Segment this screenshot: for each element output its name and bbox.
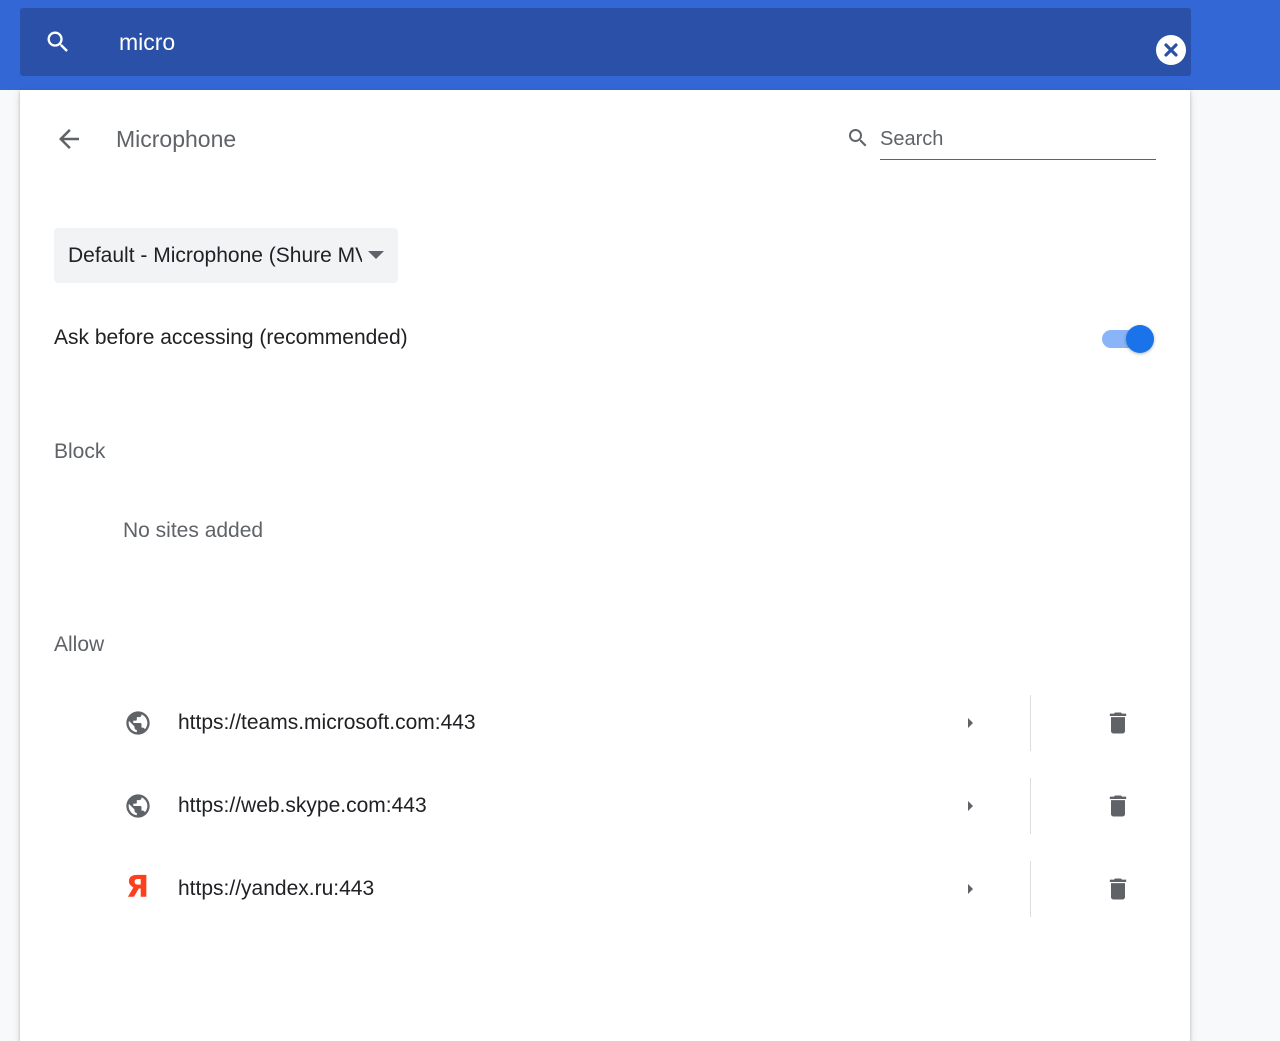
yandex-icon: Я — [126, 870, 150, 905]
trash-icon[interactable] — [1104, 709, 1132, 737]
trash-icon[interactable] — [1104, 792, 1132, 820]
allowed-site-row[interactable]: https://teams.microsoft.com:443 — [20, 695, 1190, 751]
chevron-right-icon[interactable] — [958, 711, 982, 735]
microphone-device-dropdown[interactable]: Default - Microphone (Shure MV7) — [54, 228, 398, 283]
row-divider — [1030, 695, 1031, 751]
trash-icon[interactable] — [1104, 875, 1132, 903]
settings-header: micro — [0, 0, 1280, 90]
settings-search-box[interactable]: micro — [20, 8, 1191, 76]
block-section-heading: Block — [54, 440, 106, 463]
chevron-right-icon[interactable] — [958, 794, 982, 818]
block-empty-message: No sites added — [123, 519, 264, 542]
page-title: Microphone — [116, 126, 237, 152]
search-icon — [849, 129, 867, 147]
globe-icon — [126, 794, 150, 818]
site-url[interactable]: https://yandex.ru:443 — [178, 875, 374, 903]
dropdown-arrow-icon — [368, 251, 384, 259]
allowed-site-row[interactable]: Я https://yandex.ru:443 — [20, 861, 1190, 917]
site-search-input[interactable] — [880, 120, 1156, 160]
clear-search-icon[interactable] — [1156, 35, 1186, 65]
site-url[interactable]: https://teams.microsoft.com:443 — [178, 709, 476, 737]
microphone-settings-card: Microphone Default - Microphone (Shure M… — [20, 90, 1190, 1041]
row-divider — [1030, 861, 1031, 917]
ask-before-accessing-toggle[interactable] — [1102, 322, 1158, 354]
globe-icon — [126, 711, 150, 735]
row-divider — [1030, 778, 1031, 834]
settings-search-query[interactable]: micro — [119, 28, 175, 56]
chevron-right-icon[interactable] — [958, 877, 982, 901]
search-icon — [47, 31, 68, 52]
toggle-knob — [1126, 325, 1154, 353]
back-arrow-icon[interactable] — [54, 124, 84, 154]
site-url[interactable]: https://web.skype.com:443 — [178, 792, 427, 820]
allowed-site-row[interactable]: https://web.skype.com:443 — [20, 778, 1190, 834]
selected-device: Default - Microphone (Shure MV7) — [68, 244, 362, 267]
ask-before-accessing-label: Ask before accessing (recommended) — [54, 326, 408, 349]
allow-section-heading: Allow — [54, 633, 105, 656]
